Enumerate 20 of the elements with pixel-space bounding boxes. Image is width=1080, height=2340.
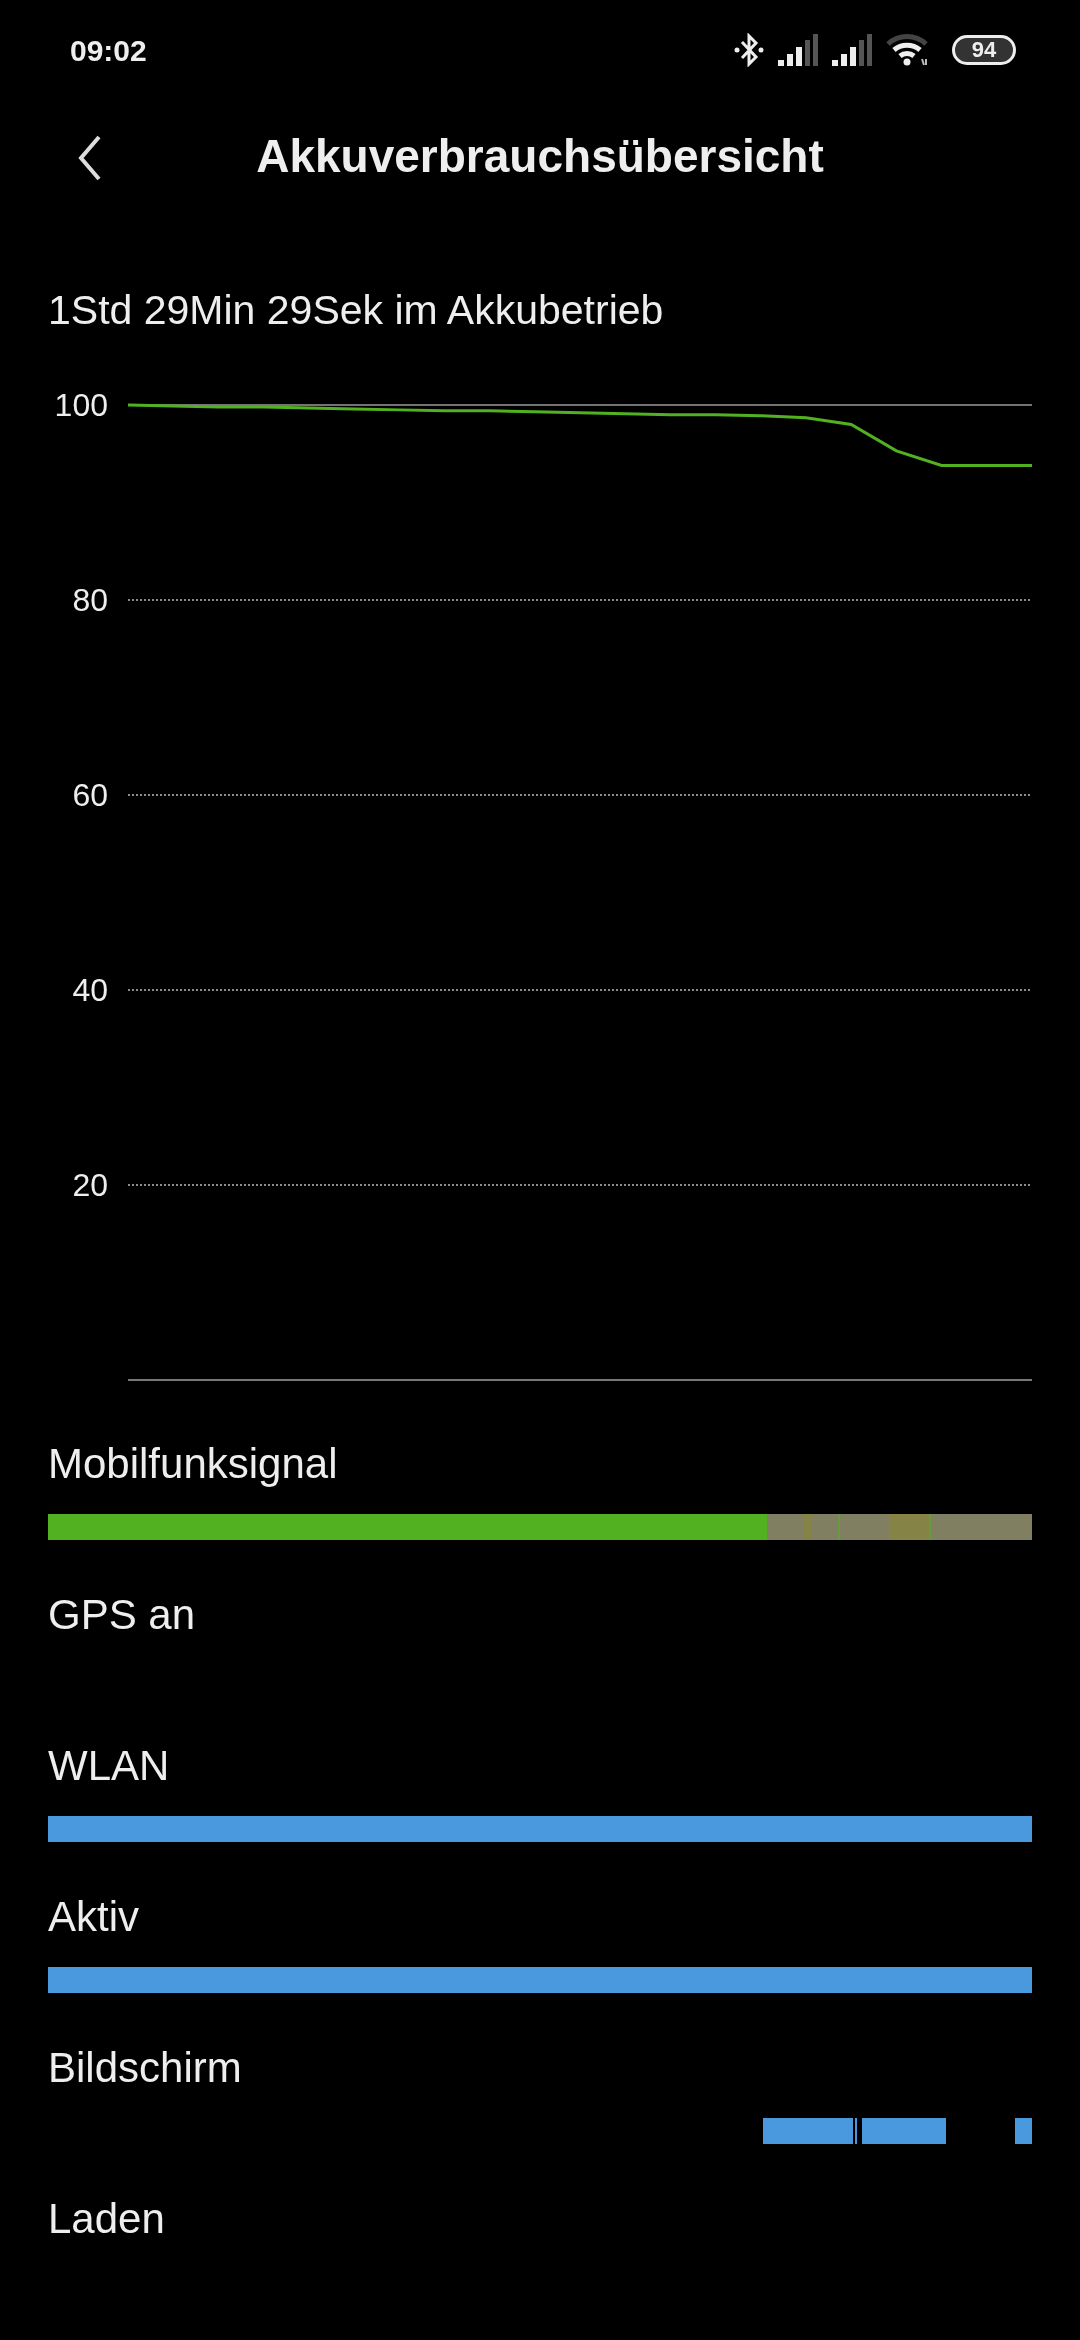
timeline-label: Mobilfunksignal <box>48 1439 339 1489</box>
status-time: 09:02 <box>70 32 147 69</box>
signal-icon <box>778 34 818 67</box>
timeline-label: Bildschirm <box>48 2043 243 2093</box>
timeline-label: Laden <box>48 2194 166 2244</box>
y-tick-label: 100 <box>54 387 108 423</box>
y-tick-label: 80 <box>72 582 108 618</box>
y-tick-label: 20 <box>72 1167 108 1203</box>
signal-icon <box>832 34 872 67</box>
battery-duration: 1Std 29Min 29Sek im Akkubetrieb <box>48 286 664 333</box>
page-title: Akkuverbrauchsübersicht <box>256 129 824 185</box>
y-tick-label: 40 <box>72 972 108 1008</box>
y-tick-label: 60 <box>72 777 108 813</box>
bluetooth-icon <box>734 33 764 68</box>
timeline-label: WLAN <box>48 1741 171 1791</box>
timeline-label: GPS an <box>48 1590 197 1640</box>
timeline-label: Aktiv <box>48 1892 140 1942</box>
back-icon <box>77 134 103 183</box>
wifi-icon <box>886 33 930 68</box>
battery-indicator: 94 <box>952 35 1016 66</box>
